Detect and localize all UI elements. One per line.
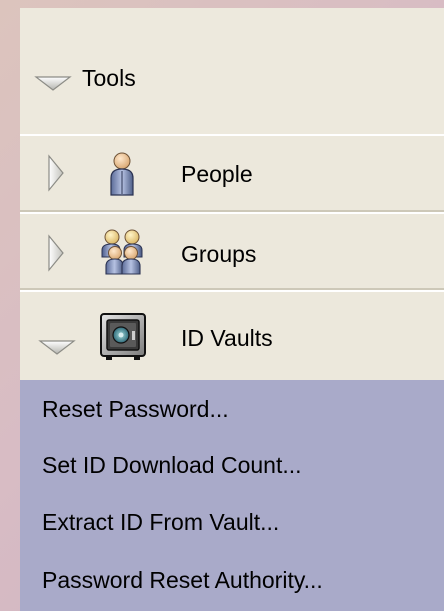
chevron-down-icon bbox=[34, 76, 72, 91]
tools-label: Tools bbox=[82, 65, 136, 91]
set-id-download-count-link[interactable]: Set ID Download Count... bbox=[42, 451, 302, 479]
section-people[interactable]: People bbox=[20, 134, 444, 212]
section-groups[interactable]: Groups bbox=[20, 212, 444, 290]
section-people-label: People bbox=[181, 161, 253, 187]
section-id-vaults-label: ID Vaults bbox=[181, 325, 273, 351]
vault-icon bbox=[100, 313, 146, 360]
section-id-vaults[interactable]: ID Vaults bbox=[20, 290, 444, 380]
person-icon bbox=[110, 152, 134, 196]
section-groups-label: Groups bbox=[181, 241, 257, 267]
tools-header[interactable]: Tools bbox=[20, 8, 444, 135]
chevron-right-icon bbox=[48, 154, 64, 192]
extract-id-from-vault-link[interactable]: Extract ID From Vault... bbox=[42, 508, 279, 536]
group-icon bbox=[101, 229, 143, 275]
id-vault-actions-menu: Reset Password... Set ID Download Count.… bbox=[20, 380, 444, 611]
chevron-right-icon bbox=[48, 234, 64, 272]
password-reset-authority-link[interactable]: Password Reset Authority... bbox=[42, 566, 323, 594]
reset-password-link[interactable]: Reset Password... bbox=[42, 395, 229, 423]
tools-panel: Tools People Groups ID Vaults Reset Pass… bbox=[20, 8, 444, 611]
chevron-down-icon bbox=[38, 340, 76, 355]
